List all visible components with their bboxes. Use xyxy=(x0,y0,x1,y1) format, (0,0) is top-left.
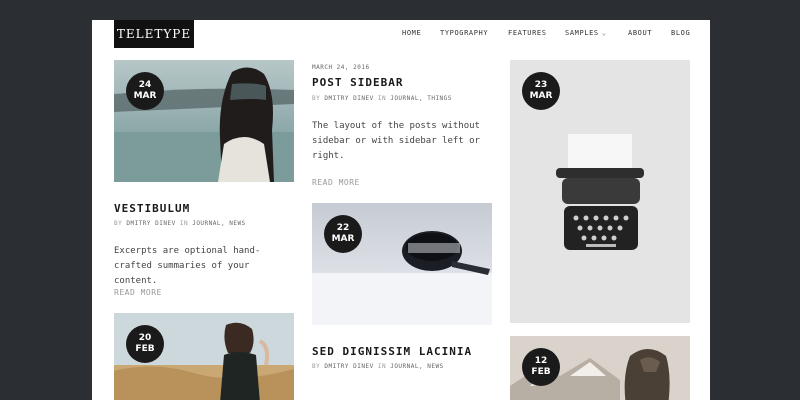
date-badge: 23 MAR xyxy=(522,72,560,110)
meta-by: BY xyxy=(312,95,321,102)
date-badge: 12 FEB xyxy=(522,348,560,386)
date-month: FEB xyxy=(531,367,551,377)
nav-home[interactable]: HOME xyxy=(402,29,421,37)
post-title-post-sidebar[interactable]: POST SIDEBAR xyxy=(312,76,403,89)
post-thumbnail-vestibulum[interactable]: 24 MAR xyxy=(114,60,294,182)
date-badge: 20 FEB xyxy=(126,325,164,363)
page-container: TELETYPE HOME TYPOGRAPHY FEATURES SAMPLE… xyxy=(92,20,710,400)
post-thumbnail-typewriter[interactable]: 23 MAR xyxy=(510,60,690,323)
date-badge: 24 MAR xyxy=(126,72,164,110)
date-day: 12 xyxy=(534,356,548,366)
post-title-vestibulum[interactable]: VESTIBULUM xyxy=(114,202,190,215)
date-day: 20 xyxy=(138,333,152,343)
post-title-sed-dignissim[interactable]: SED DIGNISSIM LACINIA xyxy=(312,345,472,358)
meta-by: BY xyxy=(114,220,123,227)
post-excerpt: The layout of the posts without sidebar … xyxy=(312,121,480,161)
date-month: MAR xyxy=(529,91,553,101)
date-day: 24 xyxy=(138,80,152,90)
post-meta: BY DMITRY DINEV IN JOURNAL, NEWS xyxy=(312,363,444,370)
date-day: 23 xyxy=(534,80,548,90)
date-month: MAR xyxy=(133,91,157,101)
nav-samples[interactable]: SAMPLES ⌄ xyxy=(565,29,607,37)
date-month: MAR xyxy=(331,234,355,244)
nav-blog[interactable]: BLOG xyxy=(671,29,690,37)
nav-samples-label: SAMPLES xyxy=(565,29,599,37)
post-meta: BY DMITRY DINEV IN JOURNAL, NEWS xyxy=(114,220,246,227)
read-more-link[interactable]: READ MORE xyxy=(114,288,162,297)
post-thumbnail-compass[interactable]: 22 MAR xyxy=(312,203,492,325)
nav-typography[interactable]: TYPOGRAPHY xyxy=(440,29,488,37)
date-month: FEB xyxy=(135,344,155,354)
post-author-link[interactable]: DMITRY DINEV xyxy=(324,95,373,102)
meta-by: BY xyxy=(312,363,321,370)
post-excerpt: Excerpts are optional hand-crafted summa… xyxy=(114,246,261,286)
post-thumbnail-mountain[interactable]: 12 FEB xyxy=(510,336,690,400)
meta-in: IN xyxy=(377,95,387,102)
post-author-link[interactable]: DMITRY DINEV xyxy=(126,220,175,227)
post-thumbnail-field[interactable]: 20 FEB xyxy=(114,313,294,400)
nav-about[interactable]: ABOUT xyxy=(628,29,652,37)
read-more-link[interactable]: READ MORE xyxy=(312,178,360,187)
date-day: 22 xyxy=(336,223,350,233)
post-categories-link[interactable]: JOURNAL, THINGS xyxy=(390,95,452,102)
post-date: MARCH 24, 2016 xyxy=(312,64,370,71)
meta-in: IN xyxy=(377,363,387,370)
nav-features[interactable]: FEATURES xyxy=(508,29,547,37)
main-nav: HOME TYPOGRAPHY FEATURES SAMPLES ⌄ ABOUT … xyxy=(92,29,710,41)
meta-in: IN xyxy=(179,220,189,227)
post-categories-link[interactable]: JOURNAL, NEWS xyxy=(390,363,443,370)
post-meta: BY DMITRY DINEV IN JOURNAL, THINGS xyxy=(312,95,452,102)
post-author-link[interactable]: DMITRY DINEV xyxy=(324,363,373,370)
post-categories-link[interactable]: JOURNAL, NEWS xyxy=(192,220,245,227)
chevron-down-icon: ⌄ xyxy=(601,29,607,37)
date-badge: 22 MAR xyxy=(324,215,362,253)
